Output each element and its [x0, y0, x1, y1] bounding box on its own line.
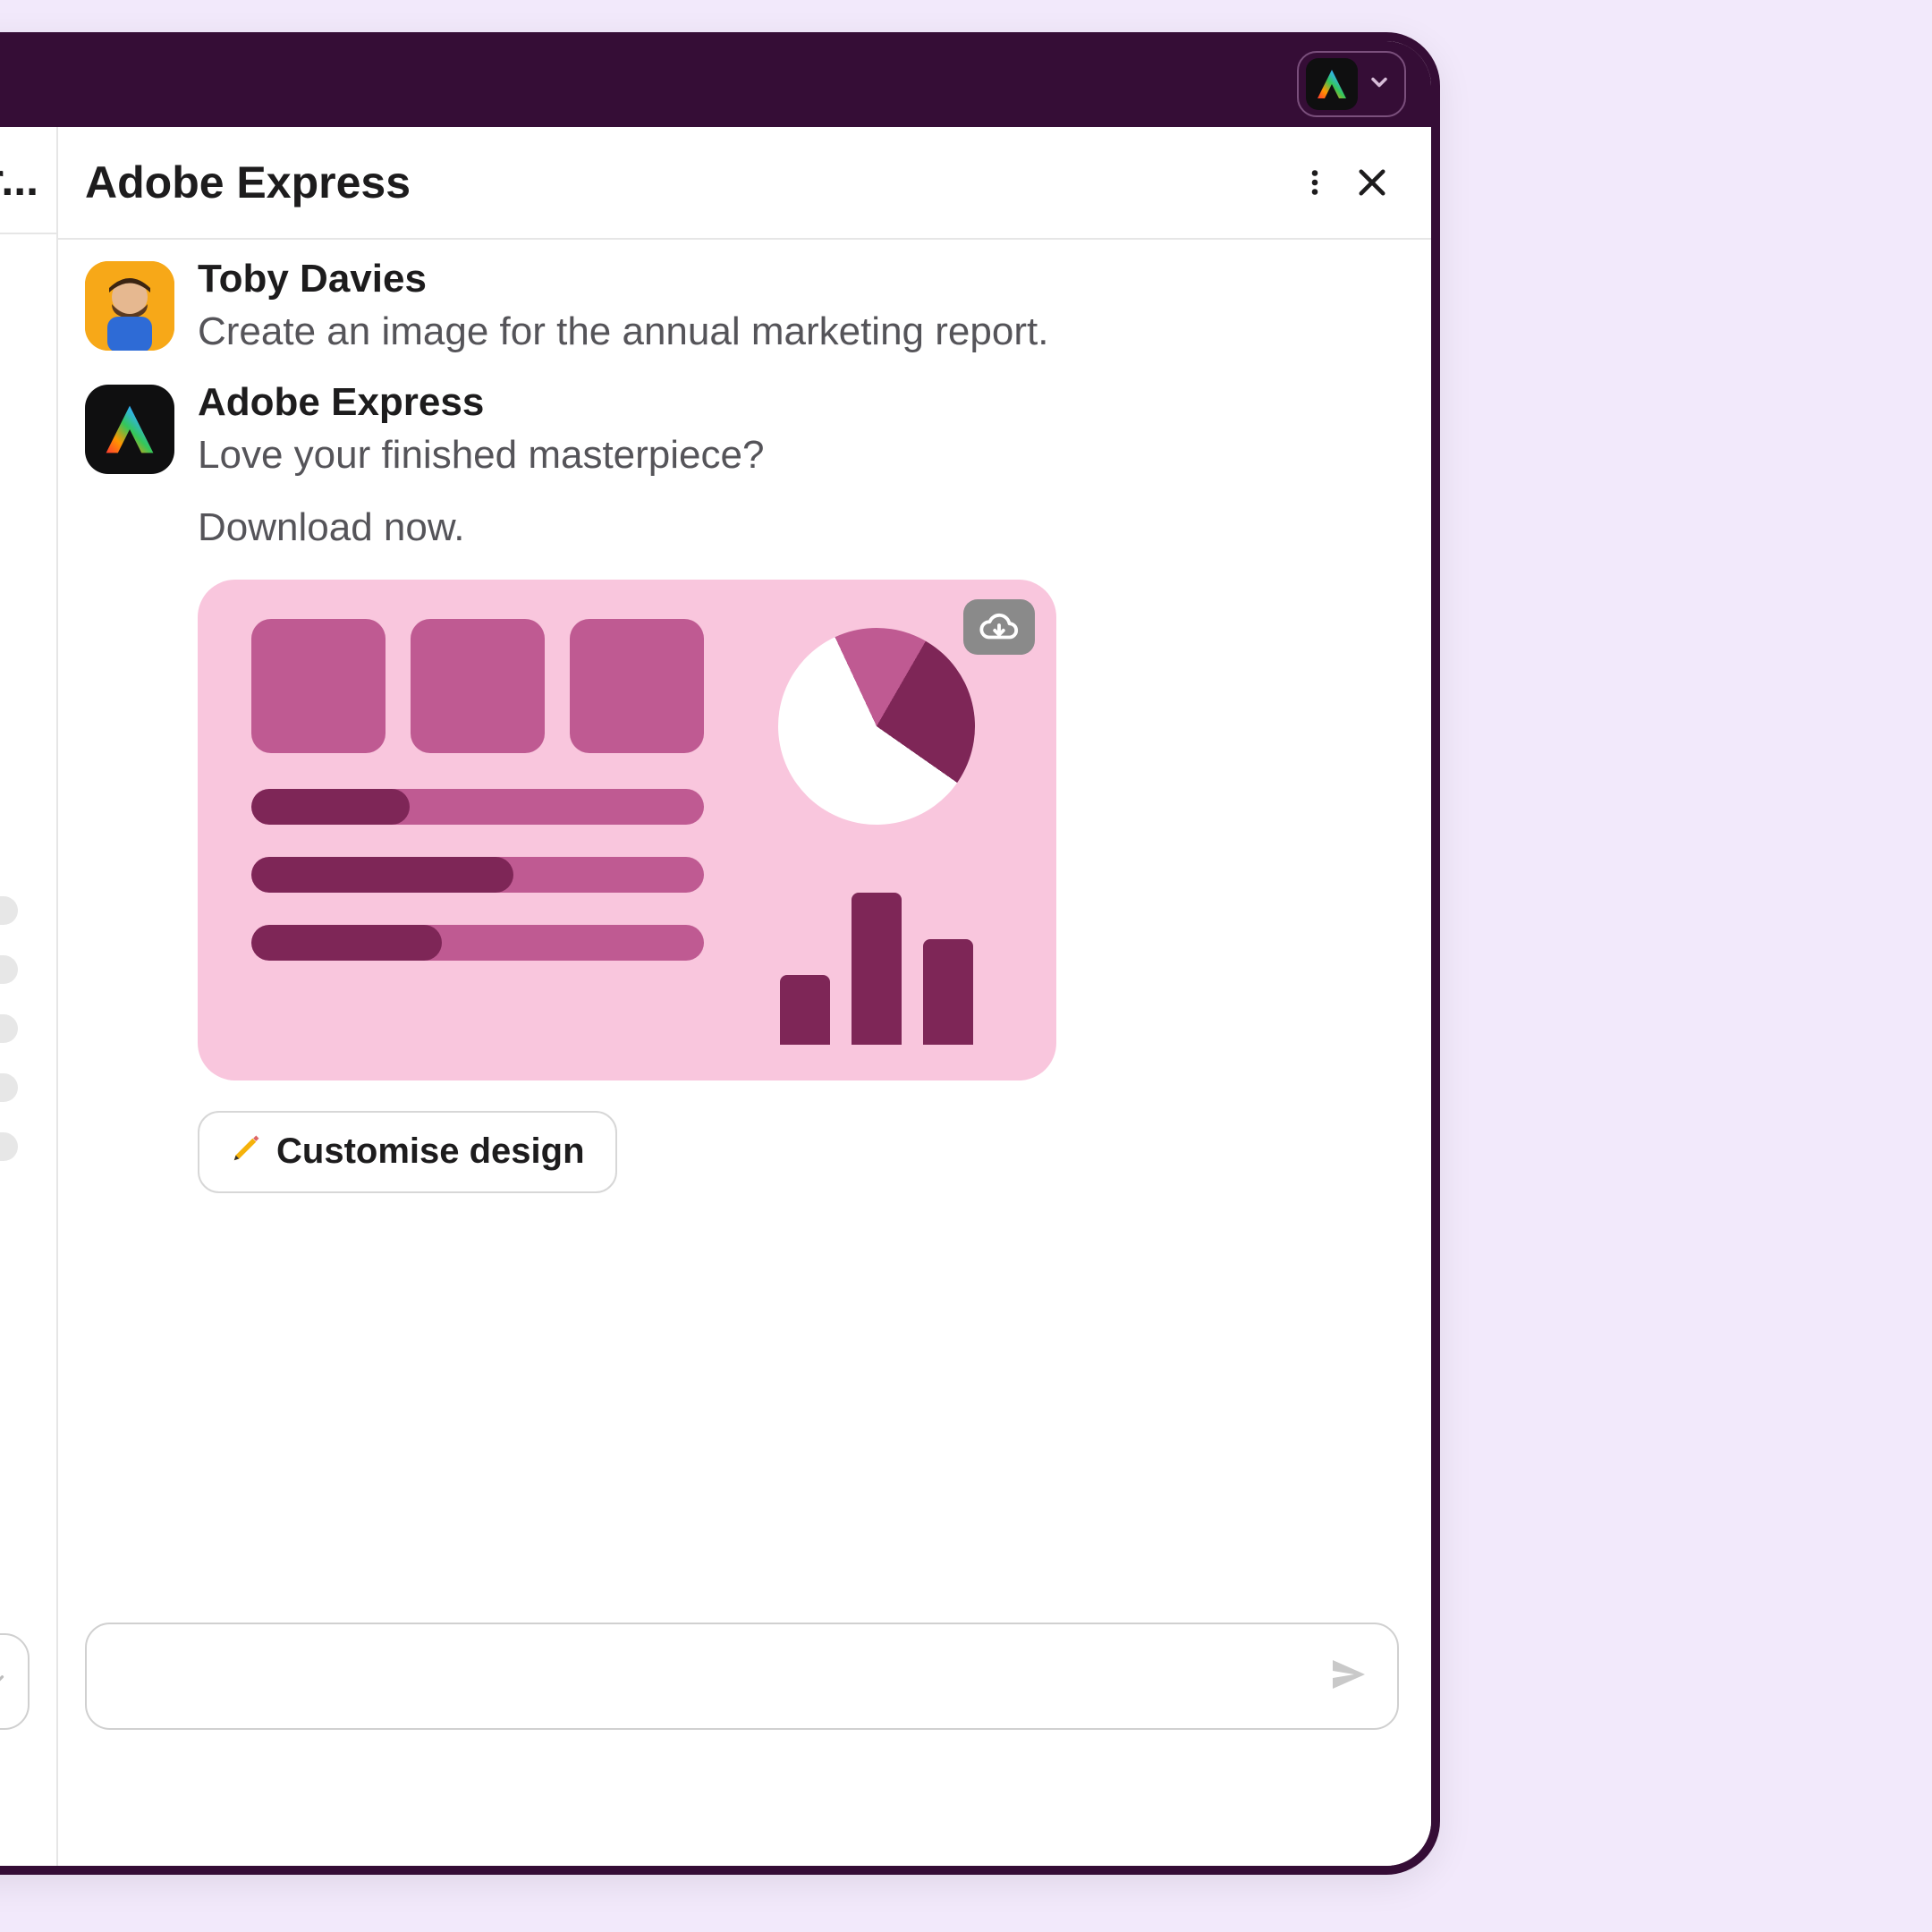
pencil-icon: [230, 1131, 264, 1174]
titlebar: [0, 41, 1431, 127]
button-label: Customise design: [276, 1131, 585, 1172]
preview-tile: [411, 619, 545, 753]
bar-chart-icon: [780, 884, 973, 1045]
message: Toby Davies Create an image for the annu…: [85, 256, 1399, 358]
chevron-down-icon[interactable]: [0, 1668, 8, 1696]
channel-column: tive-r...: [0, 127, 58, 1866]
extension-switcher[interactable]: [1297, 51, 1406, 117]
preview-right: [743, 619, 1010, 1045]
customise-design-button[interactable]: Customise design: [198, 1111, 617, 1193]
message-text: Love your finished masterpiece?: [198, 428, 1399, 481]
avatar: [85, 385, 174, 474]
sender-name: Toby Davies: [198, 256, 1048, 303]
avatar: [85, 261, 174, 351]
message-skeleton: [0, 896, 63, 1191]
panel-header: Adobe Express: [58, 127, 1431, 240]
sender-name: Adobe Express: [198, 379, 1399, 427]
design-preview[interactable]: [198, 580, 1056, 1080]
message-list: Toby Davies Create an image for the annu…: [58, 240, 1431, 1603]
preview-tile: [251, 619, 386, 753]
channel-name[interactable]: tive-r...: [0, 127, 56, 234]
message-text: Download now.: [198, 501, 1399, 554]
panel-title: Adobe Express: [85, 157, 1286, 208]
panel-composer[interactable]: [85, 1623, 1399, 1730]
send-icon: [1327, 1653, 1370, 1700]
preview-bar: [251, 789, 704, 825]
app-window: tive-r... Adobe Express: [0, 32, 1440, 1875]
channel-composer[interactable]: [0, 1633, 30, 1730]
message-text: Create an image for the annual marketing…: [198, 305, 1048, 358]
cloud-download-icon[interactable]: [963, 599, 1035, 655]
preview-bar: [251, 857, 704, 893]
message: Adobe Express Love your finished masterp…: [85, 379, 1399, 1193]
preview-bar: [251, 925, 704, 961]
preview-left: [251, 619, 704, 1045]
side-panel: Adobe Express: [58, 127, 1431, 1866]
preview-tile: [570, 619, 704, 753]
adobe-logo-icon: [1306, 58, 1358, 110]
more-icon[interactable]: [1286, 154, 1343, 211]
chevron-down-icon: [1367, 70, 1392, 99]
close-icon[interactable]: [1343, 154, 1401, 211]
